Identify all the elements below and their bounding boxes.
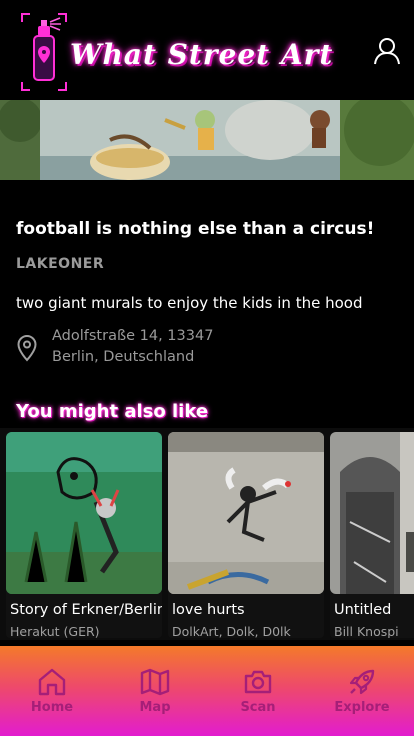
- address-line-1[interactable]: Adolfstraße 14, 13347: [52, 328, 213, 344]
- related-carousel[interactable]: Story of Erkner/Berlin Herakut (GER) lov…: [0, 428, 414, 640]
- nav-explore[interactable]: Explore: [310, 646, 414, 736]
- artist-name[interactable]: LAKEONER: [16, 256, 104, 272]
- map-pin-icon: [17, 334, 37, 362]
- nav-label: Explore: [334, 700, 390, 715]
- artwork-title: football is nothing else than a circus!: [16, 219, 375, 239]
- artwork-description: two giant murals to enjoy the kids in th…: [16, 294, 363, 312]
- card-title: love hurts: [172, 602, 245, 618]
- related-card[interactable]: Untitled Bill Knospi: [330, 432, 414, 638]
- map-icon: [140, 668, 170, 696]
- app-title: What Street Art: [70, 38, 334, 71]
- nav-label: Map: [139, 700, 171, 715]
- card-photo: [6, 432, 162, 594]
- bottom-navigation: Home Map Scan Explore: [0, 646, 414, 736]
- camera-icon: [244, 670, 272, 694]
- nav-home[interactable]: Home: [0, 646, 104, 736]
- nav-scan[interactable]: Scan: [206, 646, 310, 736]
- home-icon: [38, 668, 66, 696]
- card-photo: [168, 432, 324, 594]
- related-card[interactable]: Story of Erkner/Berlin Herakut (GER): [6, 432, 162, 638]
- card-artist: Bill Knospi: [334, 624, 399, 638]
- nav-label: Scan: [240, 700, 276, 715]
- section-title-related: You might also like: [16, 401, 209, 422]
- related-card[interactable]: love hurts DolkArt, Dolk, D0lk: [168, 432, 324, 638]
- address-line-2[interactable]: Berlin, Deutschland: [52, 349, 194, 365]
- card-photo: [330, 432, 414, 594]
- spray-can-icon: [21, 13, 67, 91]
- card-title: Untitled: [334, 602, 392, 618]
- nav-label: Home: [30, 700, 74, 715]
- rocket-icon: [349, 669, 375, 695]
- user-icon[interactable]: [372, 36, 402, 66]
- card-title: Story of Erkner/Berlin: [10, 602, 162, 618]
- card-artist: Herakut (GER): [10, 624, 100, 638]
- card-artist: DolkArt, Dolk, D0lk: [172, 624, 291, 638]
- app-header: What Street Art: [0, 0, 414, 100]
- nav-map[interactable]: Map: [103, 646, 207, 736]
- artwork-photo: [0, 100, 414, 180]
